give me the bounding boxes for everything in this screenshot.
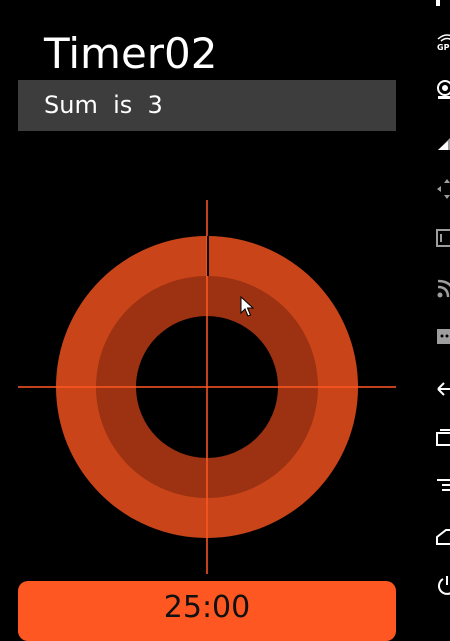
sms-icon[interactable]	[436, 326, 450, 348]
back-icon[interactable]	[436, 378, 450, 400]
battery-icon[interactable]	[436, 130, 450, 152]
camera-icon[interactable]	[436, 79, 450, 101]
power-status-icon[interactable]	[436, 0, 450, 22]
power-icon[interactable]	[436, 575, 450, 597]
recents-icon[interactable]	[436, 427, 450, 449]
id-icon[interactable]	[436, 227, 450, 249]
home-icon[interactable]	[436, 526, 450, 548]
timer-app: Timer02 Sum is 3 25:00	[0, 0, 420, 641]
wifi-icon[interactable]	[436, 277, 450, 299]
mouse-cursor-icon	[240, 296, 254, 317]
menu-icon[interactable]	[436, 476, 450, 498]
gps-label: GPS	[437, 43, 450, 52]
emulator-side-toolbar: GPS	[420, 0, 450, 627]
gps-icon[interactable]: GPS	[436, 32, 450, 54]
timer-dial[interactable]	[0, 0, 420, 580]
timer-value: 25:00	[163, 590, 251, 625]
timer-button[interactable]: 25:00	[18, 581, 396, 641]
dpad-icon[interactable]	[436, 178, 450, 200]
